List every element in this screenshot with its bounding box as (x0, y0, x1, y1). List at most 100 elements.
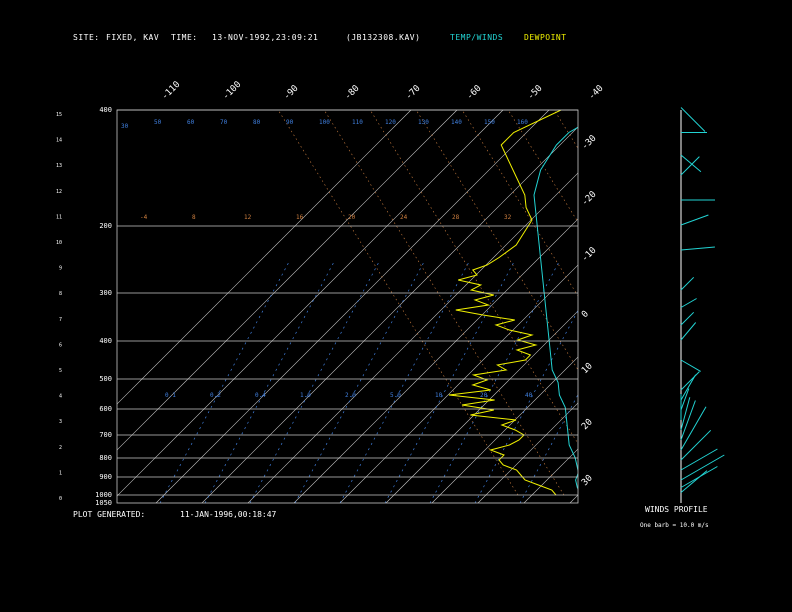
mixing-ratio-line (159, 259, 291, 503)
wind-barb (680, 454, 725, 481)
temp-right-tick: 30 (580, 473, 595, 488)
mixing-ratio-label: 0.1 (165, 392, 176, 399)
dry-adiabat-label: 90 (286, 119, 294, 126)
wind-barb (680, 246, 715, 251)
dry-adiabat-label: 150 (484, 119, 495, 126)
wind-barb (680, 448, 718, 471)
mixing-ratio-label: 0.4 (255, 392, 266, 399)
temp-right-tick: 0 (580, 309, 591, 320)
moist-adiabat-label: 24 (400, 214, 408, 221)
isotherm-line (117, 110, 458, 451)
height-tick-label: 11 (56, 214, 62, 220)
temp-top-tick: -110 (160, 80, 182, 102)
mixing-ratio-line (294, 259, 426, 503)
moist-adiabat-label: 12 (244, 214, 252, 221)
mixing-ratio-label: 0.2 (210, 392, 221, 399)
isotherm-line (247, 172, 578, 503)
winds-profile (680, 107, 725, 503)
wind-barb (680, 359, 701, 372)
mixing-ratio-line (519, 393, 578, 503)
isotherm-line (201, 126, 578, 503)
moist-adiabat-label: 8 (192, 214, 196, 221)
height-tick-label: 6 (59, 342, 62, 348)
dry-adiabat-label: 70 (220, 119, 228, 126)
pressure-tick-label: 600 (99, 405, 112, 413)
height-tick-label: 5 (59, 368, 62, 374)
moist-adiabat-label: -4 (140, 214, 148, 221)
dry-adiabat (729, 95, 792, 495)
pressure-tick-label: 400 (99, 106, 112, 114)
skew-t-chart: 4002003004005006007008009001000105015141… (56, 80, 792, 507)
pressure-tick-label: 200 (99, 222, 112, 230)
wind-barb (680, 371, 700, 391)
series-layer (448, 110, 578, 496)
height-tick-label: 4 (59, 394, 62, 400)
temperature-line (533, 126, 578, 490)
dry-adiabat (775, 95, 792, 495)
pressure-tick-label: 800 (99, 454, 112, 462)
wind-barb (680, 470, 708, 493)
pressure-tick-label: 900 (99, 473, 112, 481)
moist-adiabat-label: 32 (504, 214, 512, 221)
mixing-ratio-label: 2.0 (345, 392, 356, 399)
height-tick-label: 8 (59, 291, 62, 297)
mixing-ratio-label: 10 (435, 392, 443, 399)
wind-barb (680, 107, 706, 132)
wind-barb (680, 156, 700, 176)
pressure-tick-label: 500 (99, 375, 112, 383)
isotherm-line (708, 110, 792, 503)
mixing-ratio-line (249, 259, 381, 503)
isotherm-line (117, 110, 412, 405)
height-tick-label: 15 (56, 112, 62, 118)
pressure-tick-label: 1050 (95, 499, 112, 507)
dry-adiabat-label: 50 (154, 119, 162, 126)
mixing-ratio-label: 20 (480, 392, 488, 399)
height-tick-label: 2 (59, 445, 62, 451)
mixing-ratio-label: 1.0 (300, 392, 311, 399)
temp-right-tick: -30 (580, 134, 599, 153)
isotherm-line (523, 448, 578, 503)
dry-adiabat-label: 60 (187, 119, 195, 126)
isotherm-line (477, 402, 578, 503)
wind-barb (680, 311, 695, 326)
dry-adiabat-label: 100 (319, 119, 330, 126)
isotherm-line (339, 264, 578, 503)
height-tick-label: 12 (56, 189, 62, 195)
wind-barb (680, 276, 695, 291)
temp-right-tick: 20 (580, 417, 595, 432)
isotherm-line (431, 356, 578, 503)
dewpoint-line (448, 110, 563, 496)
isotherm-line (117, 110, 504, 497)
dry-adiabat-label: 120 (385, 119, 396, 126)
temp-right-tick: 10 (580, 361, 595, 376)
height-tick-label: 10 (56, 240, 62, 246)
mixing-ratio-line (384, 259, 516, 503)
pressure-tick-label: 1000 (95, 491, 112, 499)
isotherm-line (754, 110, 792, 503)
wind-barb (680, 397, 691, 431)
mixing-ratio-label: 5.0 (390, 392, 401, 399)
temp-top-tick: -50 (526, 84, 545, 103)
temp-top-tick: -40 (587, 84, 606, 103)
dry-adiabat (683, 95, 792, 495)
dry-adiabat (637, 95, 792, 495)
plot-frame (116, 109, 579, 504)
temp-top-tick: -70 (404, 84, 423, 103)
dry-adiabat-label: 130 (418, 119, 429, 126)
dry-adiabat-label: 160 (517, 119, 528, 126)
pressure-tick-label: 700 (99, 431, 112, 439)
temp-right-tick: -20 (580, 190, 599, 209)
dry-adiabat-label: 110 (352, 119, 363, 126)
temp-top-tick: -80 (343, 84, 362, 103)
dry-adiabat-label: 30 (121, 123, 129, 130)
wind-barb (680, 322, 697, 341)
temp-right-tick: -10 (580, 246, 599, 265)
frame-layer (116, 109, 579, 504)
moist-adiabat-label: 20 (348, 214, 356, 221)
temp-top-tick: -100 (221, 80, 243, 102)
wind-barb (680, 298, 697, 308)
height-tick-label: 9 (59, 266, 62, 272)
mixing-ratio-line (474, 309, 578, 503)
height-tick-label: 0 (59, 496, 62, 502)
labels-layer: 4002003004005006007008009001000105015141… (56, 80, 606, 507)
